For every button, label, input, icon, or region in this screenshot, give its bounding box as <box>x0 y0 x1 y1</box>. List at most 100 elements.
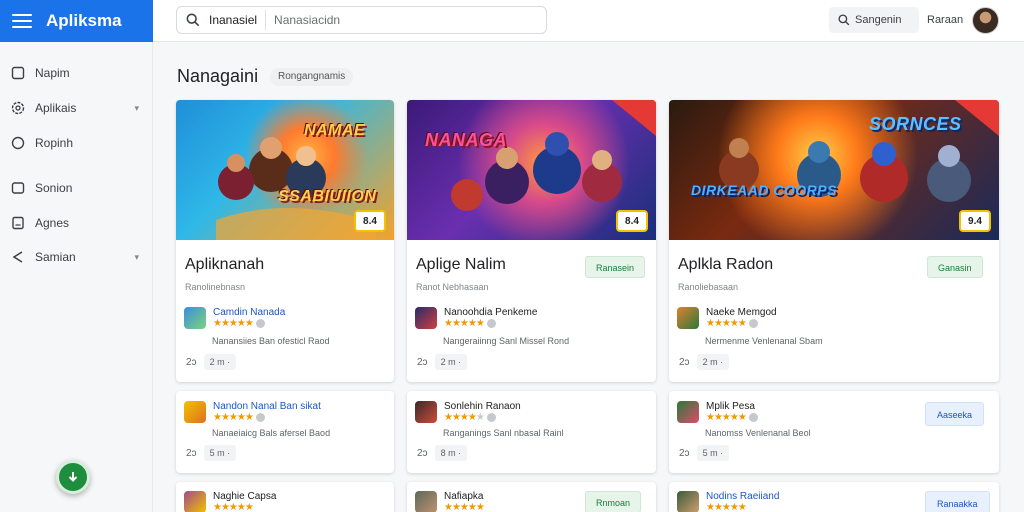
rating-badge: 8.4 <box>616 210 648 232</box>
app-item[interactable]: Mplik Pesa ★★★★★ <box>677 401 758 424</box>
sidebar-item-samian[interactable]: Samian ▾ <box>0 242 153 272</box>
download-fab-button[interactable] <box>56 460 90 494</box>
app-name[interactable]: Sonlehin Ranaon <box>444 401 521 412</box>
app-item[interactable]: Camdin Nanada ★★★★★ <box>184 307 285 330</box>
app-icon <box>415 491 437 512</box>
install-button[interactable]: Ranasein <box>585 256 646 278</box>
app-icon <box>415 401 437 423</box>
app-icon <box>677 491 699 512</box>
sidebar-item-label: Sonion <box>35 181 73 195</box>
app-name[interactable]: Camdin Nanada <box>213 307 285 318</box>
action-button[interactable]: Ranaakka <box>925 491 990 512</box>
time-pill[interactable]: 8 m · <box>434 445 468 461</box>
search-divider <box>265 10 267 30</box>
time-pill[interactable]: 5 m · <box>203 445 237 461</box>
app-item[interactable]: Sonlehin Ranaon ★★★★★ <box>415 401 521 424</box>
app-name[interactable]: Naeke Memgod <box>706 307 777 318</box>
app-icon <box>677 401 699 423</box>
game-banner-image: NAMAE SSABIUIION 8.4 <box>176 100 394 240</box>
card-title: Aplkla Radon <box>678 256 774 273</box>
app-list-card[interactable]: Mplik Pesa ★★★★★ Nanomss Venlenanal Beol… <box>669 391 999 473</box>
sidebar: Napim Aplikais ▾ Ropinh Sonion Agnes Sam… <box>0 42 153 512</box>
card-title: Aplige Nalim <box>416 256 506 273</box>
search-icon <box>186 13 200 27</box>
time-pill[interactable]: 2 m · <box>203 354 237 370</box>
sidebar-item-label: Napim <box>35 66 70 80</box>
game-banner-image: SORNCES DIRKEAAD COORPS 9.4 <box>669 100 999 240</box>
likes-icon: 2ɔ <box>417 356 428 368</box>
signin-link[interactable]: Raraan <box>927 14 963 26</box>
app-description: Nermenme Venlenanal Sbam <box>705 336 823 346</box>
banner-title: SORNCES <box>869 114 962 134</box>
sidebar-item-napim[interactable]: Napim <box>0 58 153 88</box>
app-name[interactable]: Naghie Capsa <box>213 491 276 502</box>
search-query: Inanasiel <box>209 13 258 27</box>
search-input[interactable] <box>274 13 525 27</box>
page-subtitle-chip: Rongangnamis <box>270 68 354 86</box>
banner-subtitle: DIRKEAAD COORPS <box>691 182 837 198</box>
avatar[interactable] <box>972 7 999 34</box>
time-pill[interactable]: 5 m · <box>696 445 730 461</box>
action-button[interactable]: Aaseeka <box>925 402 985 426</box>
app-icon <box>415 307 437 329</box>
page-title: Nanagaini <box>177 66 259 86</box>
star-rating: ★★★★★ <box>706 412 758 424</box>
app-name[interactable]: Nodins Raeiiand <box>706 491 779 502</box>
app-item[interactable]: Nanoohdia Penkeme ★★★★★ <box>415 307 537 330</box>
likes-icon: 2ɔ <box>186 356 197 368</box>
install-button[interactable]: Ganasin <box>927 256 983 278</box>
chevron-down-icon: ▾ <box>134 251 139 262</box>
likes-icon: 2ɔ <box>186 447 197 459</box>
hamburger-menu-icon[interactable] <box>12 14 32 28</box>
app-icon <box>677 307 699 329</box>
sidebar-item-aplikais[interactable]: Aplikais ▾ <box>0 93 153 123</box>
sidebar-item-sonion[interactable]: Sonion <box>0 173 153 203</box>
time-pill[interactable]: 2 m · <box>434 354 468 370</box>
likes-icon: 2ɔ <box>679 447 690 459</box>
app-icon <box>184 401 206 423</box>
app-icon <box>184 307 206 329</box>
install-button[interactable]: Rnmoan <box>585 491 642 512</box>
banner-title: NANAGA <box>425 130 507 150</box>
app-item[interactable]: Naghie Capsa ★★★★★ <box>184 491 276 512</box>
time-pill[interactable]: 2 m · <box>696 354 730 370</box>
app-name[interactable]: Nanoohdia Penkeme <box>444 307 537 318</box>
circle-icon <box>11 136 25 150</box>
app-list-card[interactable]: Nodins Raeiiand ★★★★★ Ranaakka <box>669 482 999 512</box>
app-name[interactable]: Mplik Pesa <box>706 401 758 412</box>
app-name[interactable]: Nafiapka <box>444 491 484 502</box>
sidebar-item-label: Agnes <box>35 216 70 230</box>
sidebar-item-ropinh[interactable]: Ropinh <box>0 128 153 158</box>
featured-card[interactable]: NANAGA 8.4 Aplige Nalim Ranasein Ranot N… <box>407 100 656 382</box>
card-footer: 2ɔ 5 m · <box>679 445 730 461</box>
app-list-card[interactable]: Naghie Capsa ★★★★★ <box>176 482 394 512</box>
header-search-button[interactable]: Sangenin <box>829 7 919 33</box>
app-item[interactable]: Naeke Memgod ★★★★★ <box>677 307 777 330</box>
app-title: Apliksma <box>46 11 122 30</box>
sidebar-item-label: Aplikais <box>35 101 77 115</box>
likes-icon: 2ɔ <box>417 447 428 459</box>
star-rating: ★★★★★ <box>444 502 485 512</box>
app-list-card[interactable]: Nafiapka ★★★★★ Rnmoan <box>407 482 656 512</box>
search-icon <box>838 14 850 26</box>
share-icon <box>12 251 23 263</box>
app-description: Nangeraiinng Sanl Missel Rond <box>443 336 570 346</box>
search-bar[interactable]: Inanasiel <box>176 6 547 34</box>
featured-card[interactable]: NAMAE SSABIUIION 8.4 Apliknanah Ranoline… <box>176 100 394 382</box>
app-list-card[interactable]: Sonlehin Ranaon ★★★★★ Ranganings Sanl nb… <box>407 391 656 473</box>
featured-card[interactable]: SORNCES DIRKEAAD COORPS 9.4 Aplkla Radon… <box>669 100 999 382</box>
star-rating: ★★★★★ <box>706 502 747 512</box>
card-meta: Ranot Nebhasaan <box>416 282 489 292</box>
app-list-card[interactable]: Nandon Nanal Ban sikat ★★★★★ Nanaeiaicg … <box>176 391 394 473</box>
chevron-down-icon: ▾ <box>134 102 139 113</box>
sidebar-item-agnes[interactable]: Agnes <box>0 208 153 238</box>
square-icon <box>11 66 25 80</box>
app-item[interactable]: Nafiapka ★★★★★ <box>415 491 485 512</box>
star-rating: ★★★★★ <box>444 318 537 330</box>
app-item[interactable]: Nandon Nanal Ban sikat ★★★★★ <box>184 401 321 424</box>
app-item[interactable]: Nodins Raeiiand ★★★★★ <box>677 491 779 512</box>
app-name[interactable]: Nandon Nanal Ban sikat <box>213 401 321 412</box>
card-title: Apliknanah <box>185 256 265 273</box>
banner-subtitle: SSABIUIION <box>278 188 377 205</box>
card-footer: 2ɔ 2 m · <box>679 354 730 370</box>
